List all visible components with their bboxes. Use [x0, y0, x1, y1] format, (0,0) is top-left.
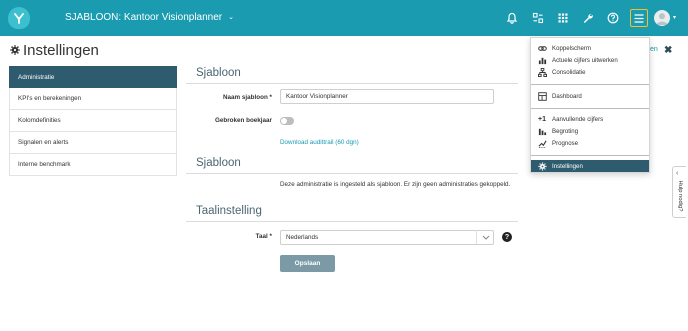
budget-chart-icon — [537, 126, 547, 136]
menu-item-label: Begroting — [552, 127, 579, 135]
gear-icon — [10, 42, 20, 59]
menu-item-actuele-cijfers[interactable]: Actuele cijfers uitwerken — [531, 54, 649, 66]
user-avatar[interactable] — [654, 10, 670, 26]
workspace-selector[interactable]: SJABLOON: Kantoor Visionplanner ⌄ — [65, 12, 234, 23]
page-title-text: Instellingen — [23, 42, 99, 59]
section-title-sjabloon: Sjabloon — [196, 67, 241, 79]
apps-grid-icon[interactable] — [555, 10, 571, 26]
section-divider — [186, 83, 518, 84]
help-icon[interactable] — [605, 10, 621, 26]
user-menu-caret-icon[interactable]: ▾ — [673, 14, 676, 21]
sidebar-item-benchmark[interactable]: Interne benchmark — [9, 154, 177, 176]
bell-icon[interactable] — [504, 10, 520, 26]
language-select[interactable]: Nederlands — [280, 230, 494, 245]
hierarchy-icon — [537, 67, 547, 77]
menu-divider — [531, 108, 649, 109]
link-icon — [537, 43, 547, 53]
sidebar-item-signalen[interactable]: Signalen en alerts — [9, 132, 177, 154]
dashboard-icon — [537, 91, 547, 101]
relations-icon[interactable] — [530, 10, 546, 26]
audit-trail-download-link[interactable]: Download audittrail (60 dgn) — [280, 139, 359, 146]
forecast-icon — [537, 138, 547, 148]
menu-divider — [531, 155, 649, 156]
settings-sidebar: Administratie KPI's en berekeningen Kolo… — [9, 66, 177, 176]
section-divider — [186, 221, 518, 222]
language-help-icon[interactable]: ? — [502, 232, 512, 242]
menu-item-begroting[interactable]: Begroting — [531, 125, 649, 137]
menu-item-aanvullende-cijfers[interactable]: +1 Aanvullende cijfers — [531, 113, 649, 125]
language-label: Taal * — [255, 233, 272, 240]
app-logo[interactable] — [8, 7, 30, 29]
top-navigation-bar: SJABLOON: Kantoor Visionplanner ⌄ ▾ — [0, 0, 688, 36]
menu-item-label: Instellingen — [552, 162, 583, 170]
menu-item-label: Actuele cijfers uitwerken — [552, 56, 618, 64]
menu-item-label: Aanvullende cijfers — [552, 115, 604, 123]
help-side-tab[interactable]: ‹ Hulp nodig? — [672, 166, 686, 218]
fiscal-year-toggle[interactable] — [280, 117, 294, 125]
template-info-text: Deze administratie is ingesteld als sjab… — [280, 181, 511, 188]
hamburger-menu-icon[interactable] — [630, 9, 648, 27]
chevron-down-icon: ⌄ — [228, 14, 234, 21]
menu-item-label: Dashboard — [552, 92, 582, 100]
template-name-label: Naam sjabloon * — [223, 94, 272, 101]
save-button[interactable]: Opslaan — [280, 255, 335, 272]
settings-gear-icon — [537, 161, 547, 171]
menu-item-label: Koppelscherm — [552, 44, 591, 52]
bar-chart-icon — [537, 55, 547, 65]
sidebar-item-administratie[interactable]: Administratie — [9, 66, 177, 88]
chevron-left-icon: ‹ — [676, 170, 679, 177]
workspace-title: SJABLOON: Kantoor Visionplanner — [65, 12, 223, 23]
menu-item-prognose[interactable]: Prognose — [531, 137, 649, 149]
menu-item-instellingen[interactable]: Instellingen — [531, 160, 649, 172]
sidebar-item-kolomdefinities[interactable]: Kolomdefinities — [9, 110, 177, 132]
wrench-icon[interactable] — [580, 10, 596, 26]
menu-item-koppelscherm[interactable]: Koppelscherm — [531, 42, 649, 54]
section-title-taalinstelling: Taalinstelling — [196, 205, 262, 217]
close-icon[interactable]: ✖ — [664, 45, 672, 56]
page-title: Instellingen — [10, 42, 99, 59]
menu-item-label: Consolidatie — [552, 68, 586, 76]
help-tab-label: Hulp nodig? — [677, 180, 683, 212]
template-name-input[interactable]: Kantoor Visionplanner — [280, 89, 494, 104]
menu-divider — [531, 84, 649, 85]
chevron-down-icon[interactable] — [476, 230, 494, 244]
main-menu-dropdown: Koppelscherm Actuele cijfers uitwerken C… — [530, 37, 650, 173]
menu-item-label: Prognose — [552, 139, 579, 147]
fiscal-year-label: Gebroken boekjaar — [214, 117, 272, 124]
sidebar-item-kpis[interactable]: KPI's en berekeningen — [9, 88, 177, 110]
section-title-sjabloon-info: Sjabloon — [196, 157, 241, 169]
plus-one-icon: +1 — [538, 115, 546, 123]
menu-item-consolidatie[interactable]: Consolidatie — [531, 66, 649, 78]
section-divider — [186, 173, 518, 174]
menu-item-dashboard[interactable]: Dashboard — [531, 90, 649, 102]
logo-y-icon — [14, 13, 24, 24]
